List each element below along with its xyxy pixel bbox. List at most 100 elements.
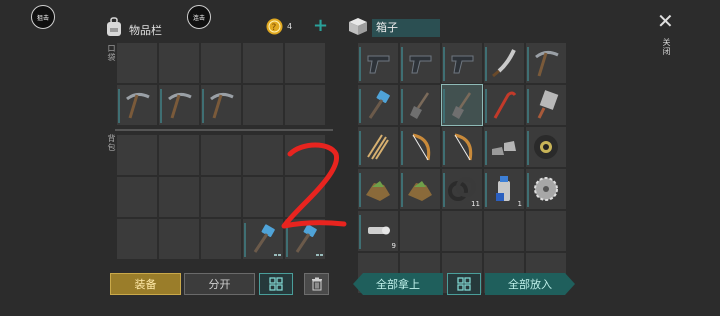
backpack-slot[interactable] [201, 219, 241, 259]
pocket-slot[interactable] [159, 85, 199, 125]
pickaxe-icon [210, 92, 234, 119]
add-coin-button[interactable]: + [313, 15, 328, 36]
item-count: 9 [391, 242, 396, 250]
equip-button[interactable]: 装备 [110, 273, 181, 295]
split-button[interactable]: 分开 [184, 273, 255, 295]
box-slot[interactable] [526, 127, 566, 167]
take-all-button[interactable]: 全部拿上 [353, 273, 443, 295]
box-slot[interactable] [526, 169, 566, 209]
pocket-slot[interactable] [243, 85, 283, 125]
box-slot[interactable] [442, 211, 482, 251]
ore-icon [366, 181, 390, 201]
spray-can-icon [496, 176, 510, 201]
durability-bar [401, 173, 403, 207]
tire-roll-icon [534, 135, 558, 159]
backpack-slot[interactable] [117, 135, 157, 175]
box-slot[interactable] [400, 169, 440, 209]
durability-bar [527, 173, 529, 207]
cleaver-icon [537, 90, 559, 119]
box-slot[interactable] [484, 85, 524, 125]
backpack-slot[interactable] [117, 177, 157, 217]
backpack-slot[interactable] [159, 135, 199, 175]
box-slot[interactable] [400, 43, 440, 83]
box-slot[interactable] [526, 85, 566, 125]
item-count: 1 [517, 200, 522, 208]
box-sort-grid-button[interactable] [447, 273, 481, 295]
backpack-label: 背包 [107, 134, 116, 152]
trash-button[interactable] [304, 273, 329, 295]
stack-indicator [274, 254, 281, 256]
pocket-slot[interactable] [117, 85, 157, 125]
backpack-slot[interactable] [159, 219, 199, 259]
box-slot[interactable] [484, 127, 524, 167]
backpack-slot[interactable] [243, 135, 283, 175]
box-slot[interactable] [526, 43, 566, 83]
durability-bar [359, 89, 361, 123]
bow-icon [454, 133, 473, 161]
box-slot[interactable] [442, 43, 482, 83]
box-slot[interactable] [358, 127, 398, 167]
pocket-slot[interactable] [285, 85, 325, 125]
backpack-slot[interactable] [201, 177, 241, 217]
close-icon[interactable]: ✕ [657, 11, 674, 31]
box-slot[interactable] [358, 43, 398, 83]
ore-icon [408, 181, 432, 201]
box-slot[interactable] [400, 127, 440, 167]
pipe-icon [368, 226, 390, 235]
item-count: 11 [471, 200, 480, 208]
box-slot[interactable]: 9 [358, 211, 398, 251]
sort-grid-button[interactable] [259, 273, 293, 295]
box-title: 箱子 [372, 19, 440, 37]
coin-count: 4 [287, 22, 293, 31]
durability-bar [359, 173, 361, 207]
divider [115, 129, 333, 131]
box-slot[interactable] [441, 84, 483, 126]
pocket-slot[interactable] [243, 43, 283, 83]
grid-icon [269, 277, 283, 291]
pocket-slot[interactable] [159, 43, 199, 83]
durability-bar [160, 89, 162, 123]
durability-bar [527, 89, 529, 123]
box-slot[interactable] [484, 211, 524, 251]
pocket-slot[interactable] [285, 43, 325, 83]
box-slot[interactable]: 11 [442, 169, 482, 209]
box-slot[interactable]: 1 [484, 169, 524, 209]
backpack-slot[interactable] [117, 219, 157, 259]
close-label[interactable]: 关闭 [661, 38, 672, 56]
pocket-slot[interactable] [201, 43, 241, 83]
durability-bar [485, 47, 487, 81]
pistol-icon [451, 55, 474, 74]
snipe-button[interactable]: 狙击 [31, 5, 55, 29]
box-slot[interactable] [442, 127, 482, 167]
annotation-number-two [281, 142, 347, 229]
durability-bar [359, 47, 361, 81]
shovel-icon [410, 92, 430, 119]
durability-bar [485, 173, 487, 207]
pocket-slot[interactable] [201, 85, 241, 125]
box-slot[interactable] [358, 85, 398, 125]
durability-bar [202, 89, 204, 123]
backpack-slot[interactable] [243, 219, 283, 259]
box-slot[interactable] [358, 169, 398, 209]
hammer-icon [253, 224, 275, 253]
snipe-label: 狙击 [36, 14, 49, 22]
box-slot[interactable] [400, 85, 440, 125]
put-all-button[interactable]: 全部放入 [485, 273, 575, 295]
box-icon [349, 18, 367, 35]
pocket-slot[interactable] [117, 43, 157, 83]
burst-button[interactable]: 连击 [187, 5, 211, 29]
crowbar-icon [493, 91, 517, 119]
backpack-slot[interactable] [159, 177, 199, 217]
backpack-slot[interactable] [201, 135, 241, 175]
pocket-grid [117, 43, 325, 125]
durability-bar [443, 89, 445, 123]
box-slot[interactable] [400, 211, 440, 251]
box-slot[interactable] [526, 211, 566, 251]
box-slot[interactable] [484, 43, 524, 83]
pocket-label: 口袋 [107, 44, 116, 62]
arrows-icon [367, 134, 389, 160]
pickaxe-icon [535, 50, 559, 77]
backpack-slot[interactable] [243, 177, 283, 217]
hammer-icon [368, 90, 390, 119]
pistol-icon [409, 55, 432, 74]
